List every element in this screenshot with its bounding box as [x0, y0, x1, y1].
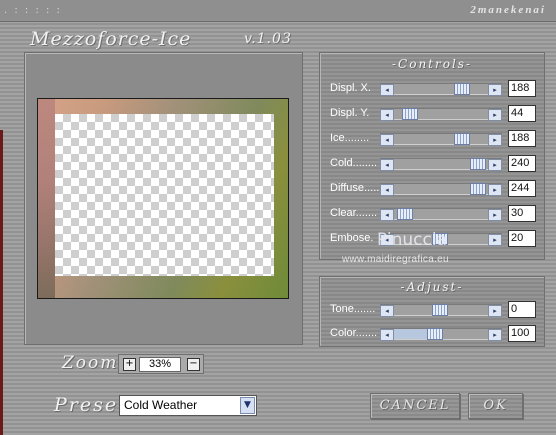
cancel-button[interactable]: CANCEL — [370, 393, 460, 419]
slider-value-field[interactable]: 188 — [508, 80, 536, 97]
watermark-name: Pinuccia — [377, 230, 447, 250]
slider-row: Displ. Y. ◂ ▸ 44 — [330, 105, 540, 122]
app-version: v.1.03 — [244, 31, 292, 47]
controls-title: -Controls- — [391, 57, 473, 71]
zoom-in-button[interactable]: + — [123, 358, 136, 371]
slider-value-field[interactable]: 30 — [508, 205, 536, 222]
slider[interactable]: ◂ ▸ — [380, 108, 502, 121]
slider-value-field[interactable]: 240 — [508, 155, 536, 172]
right-arrow-icon[interactable]: ▸ — [488, 184, 502, 196]
slider-label: Tone....... — [330, 303, 376, 315]
slider-label: Diffuse..... — [330, 182, 380, 194]
slider-value-field[interactable]: 188 — [508, 130, 536, 147]
slider-row: Tone....... ◂ ▸ 0 — [330, 301, 540, 318]
slider-label: Clear....... — [330, 207, 378, 219]
slider-thumb[interactable] — [397, 208, 413, 220]
right-arrow-icon[interactable]: ▸ — [488, 84, 502, 96]
left-arrow-icon[interactable]: ◂ — [380, 109, 394, 121]
zoom-label: Zoom — [62, 353, 119, 373]
chevron-down-icon[interactable]: ▼ — [240, 397, 255, 414]
slider-thumb[interactable] — [470, 158, 486, 170]
left-arrow-icon[interactable]: ◂ — [380, 209, 394, 221]
right-arrow-icon[interactable]: ▸ — [488, 209, 502, 221]
right-arrow-icon[interactable]: ▸ — [488, 329, 502, 341]
slider-value-field[interactable]: 44 — [508, 105, 536, 122]
preset-dropdown[interactable]: Cold Weather ▼ — [119, 395, 257, 416]
preview-image[interactable] — [37, 98, 289, 299]
slider-row: Ice........ ◂ ▸ 188 — [330, 130, 540, 147]
left-arrow-icon[interactable]: ◂ — [380, 134, 394, 146]
right-arrow-icon[interactable]: ▸ — [488, 305, 502, 317]
frame-edge — [38, 99, 55, 298]
slider[interactable]: ◂ ▸ — [380, 304, 502, 317]
app-title: Mezzoforce-Ice — [30, 28, 192, 50]
right-arrow-icon[interactable]: ▸ — [488, 134, 502, 146]
left-arrow-icon[interactable]: ◂ — [380, 84, 394, 96]
right-arrow-icon[interactable]: ▸ — [488, 109, 502, 121]
slider-value-field[interactable]: 20 — [508, 230, 536, 247]
slider-row: Color....... ◂ ▸ 100 — [330, 325, 540, 342]
slider-thumb[interactable] — [402, 108, 418, 120]
slider[interactable]: ◂ ▸ — [380, 83, 502, 96]
slider-row: Diffuse..... ◂ ▸ 244 — [330, 180, 540, 197]
zoom-value: 33% — [139, 357, 181, 372]
controls-panel: -Controls- Displ. X. ◂ ▸ 188 Displ. Y. ◂ ▸ 44 Ic… — [319, 52, 545, 260]
slider-label: Displ. Y. — [330, 107, 370, 119]
left-arrow-icon[interactable]: ◂ — [380, 159, 394, 171]
slider-value-field[interactable]: 244 — [508, 180, 536, 197]
slider-thumb[interactable] — [454, 133, 470, 145]
slider-label: Embose. — [330, 232, 374, 244]
slider[interactable]: ◂ ▸ — [380, 133, 502, 146]
slider-row: Displ. X. ◂ ▸ 188 — [330, 80, 540, 97]
slider-thumb[interactable] — [427, 328, 443, 340]
watermark-url: www.maidiregrafica.eu — [342, 254, 449, 265]
title-bar: . : : : : : 2manekenai — [0, 0, 556, 22]
right-arrow-icon[interactable]: ▸ — [488, 159, 502, 171]
slider-row: Cold........ ◂ ▸ 240 — [330, 155, 540, 172]
slider-row: Clear....... ◂ ▸ 30 — [330, 205, 540, 222]
slider[interactable]: ◂ ▸ — [380, 183, 502, 196]
left-arrow-icon[interactable]: ◂ — [380, 329, 394, 341]
left-arrow-icon[interactable]: ◂ — [380, 305, 394, 317]
slider-label: Color....... — [330, 327, 378, 339]
left-arrow-icon[interactable]: ◂ — [380, 184, 394, 196]
adjust-panel: -Adjust- Tone....... ◂ ▸ 0 Color....... ◂ ▸ 100 — [319, 276, 545, 347]
slider-label: Displ. X. — [330, 82, 371, 94]
slider-label: Ice........ — [330, 132, 370, 144]
transparent-area — [55, 114, 274, 276]
slider[interactable]: ◂ ▸ — [380, 328, 502, 341]
slider-label: Cold........ — [330, 157, 378, 169]
slider-thumb[interactable] — [454, 83, 470, 95]
title-dots: . : : : : : — [4, 5, 62, 16]
slider[interactable]: ◂ ▸ — [380, 158, 502, 171]
window-edge — [0, 130, 3, 435]
zoom-out-button[interactable]: − — [187, 358, 200, 371]
slider-value-field[interactable]: 100 — [508, 325, 536, 342]
zoom-control: + 33% − — [118, 354, 204, 374]
slider-thumb[interactable] — [432, 304, 448, 316]
slider-value-field[interactable]: 0 — [508, 301, 536, 318]
slider[interactable]: ◂ ▸ — [380, 208, 502, 221]
preset-value: Cold Weather — [124, 398, 198, 412]
right-arrow-icon[interactable]: ▸ — [488, 234, 502, 246]
adjust-title: -Adjust- — [400, 280, 464, 294]
preset-label: Preset — [54, 394, 128, 416]
brand-label: 2manekenai — [470, 4, 546, 16]
slider-thumb[interactable] — [470, 183, 486, 195]
ok-button[interactable]: OK — [468, 393, 523, 419]
